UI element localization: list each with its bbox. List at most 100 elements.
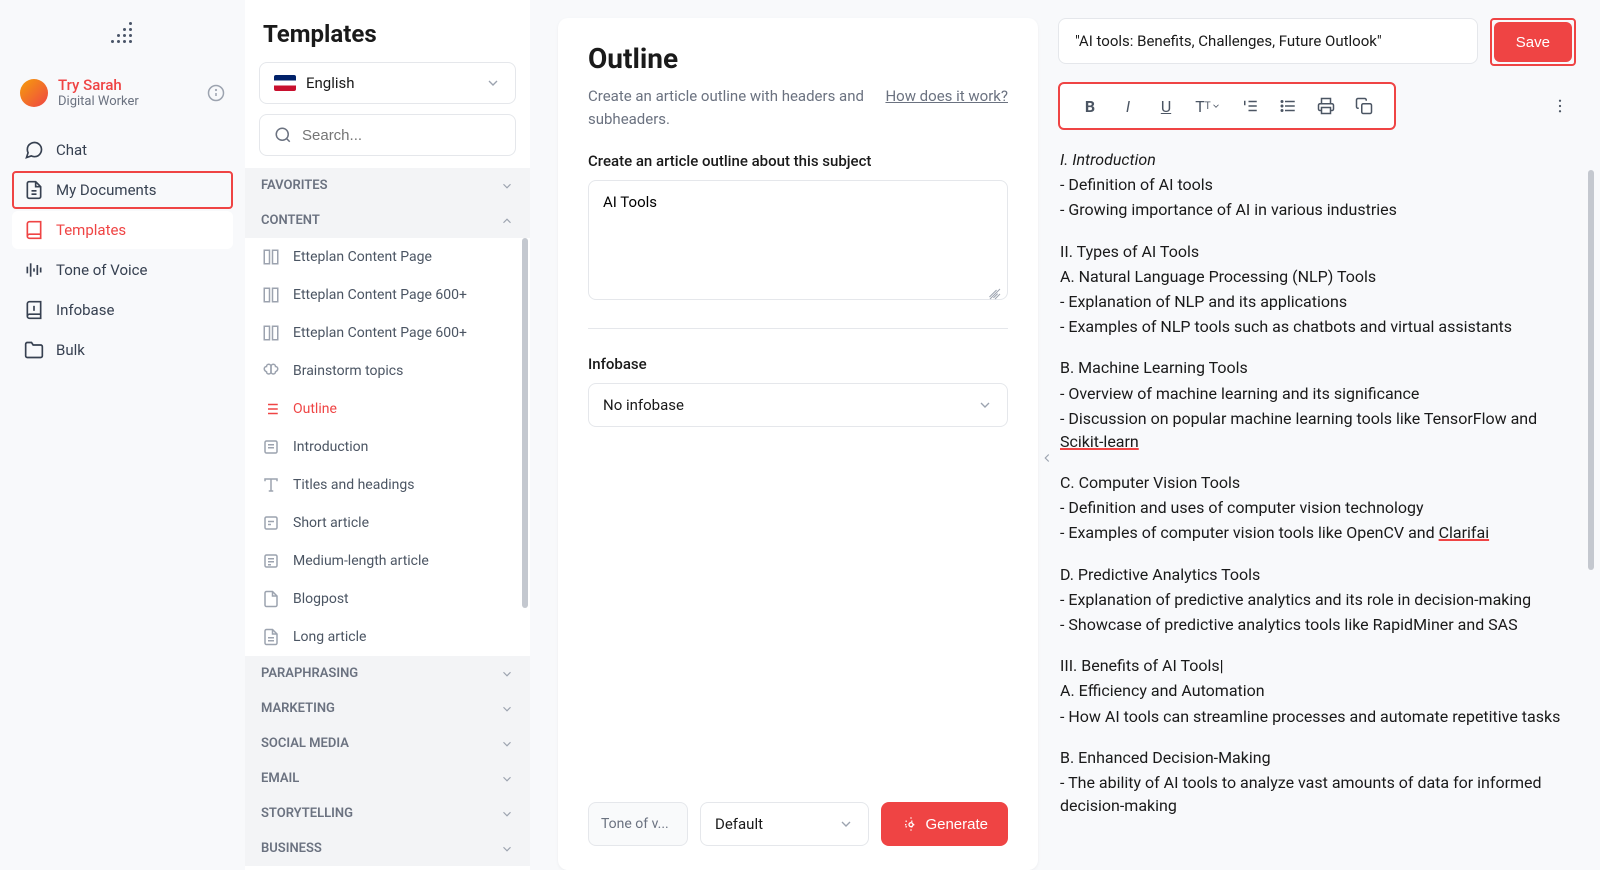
- subject-input[interactable]: [588, 180, 1008, 300]
- template-search[interactable]: [259, 114, 516, 156]
- chevron-up-icon: [500, 214, 514, 228]
- template-brainstorm[interactable]: Brainstorm topics: [245, 352, 530, 390]
- templates-heading: Templates: [245, 0, 530, 62]
- resize-handle[interactable]: [988, 284, 998, 294]
- left-sidebar: Try Sarah Digital Worker Chat My Documen…: [0, 0, 245, 870]
- template-form-panel: Outline Create an article outline with h…: [558, 18, 1038, 870]
- scrollbar[interactable]: [1588, 170, 1594, 570]
- nav-chat-label: Chat: [56, 141, 87, 159]
- infobase-select[interactable]: No infobase: [588, 383, 1008, 427]
- info-icon[interactable]: [207, 84, 225, 102]
- search-input[interactable]: [302, 127, 501, 144]
- user-role: Digital Worker: [58, 94, 197, 109]
- nav-tone-of-voice[interactable]: Tone of Voice: [12, 251, 233, 289]
- template-medium-article[interactable]: Medium-length article: [245, 542, 530, 580]
- brain-icon: [261, 361, 281, 381]
- file-icon: [261, 627, 281, 647]
- save-button[interactable]: Save: [1494, 22, 1572, 62]
- form-description: Create an article outline with headers a…: [588, 85, 865, 130]
- nav-tone-label: Tone of Voice: [56, 261, 147, 279]
- underline-button[interactable]: U: [1150, 90, 1182, 122]
- chevron-down-icon: [500, 667, 514, 681]
- how-does-it-work-link[interactable]: How does it work?: [885, 85, 1008, 130]
- bold-button[interactable]: B: [1074, 90, 1106, 122]
- template-etteplan-3[interactable]: Etteplan Content Page 600+: [245, 314, 530, 352]
- chevron-down-icon: [500, 807, 514, 821]
- section-paraphrasing[interactable]: PARAPHRASING: [245, 656, 530, 691]
- template-introduction[interactable]: Introduction: [245, 428, 530, 466]
- user-profile[interactable]: Try Sarah Digital Worker: [12, 70, 233, 115]
- chat-icon: [24, 140, 44, 160]
- nav-templates[interactable]: Templates: [12, 211, 233, 249]
- save-button-highlight: Save: [1490, 18, 1576, 66]
- type-icon: [261, 475, 281, 495]
- language-select[interactable]: English: [259, 62, 516, 104]
- ordered-list-button[interactable]: [1234, 90, 1266, 122]
- outline-icon: [261, 399, 281, 419]
- chevron-down-icon: [500, 737, 514, 751]
- copy-button[interactable]: [1348, 90, 1380, 122]
- template-outline[interactable]: Outline: [245, 390, 530, 428]
- editor-panel: "AI tools: Benefits, Challenges, Future …: [1038, 0, 1600, 870]
- template-etteplan-1[interactable]: Etteplan Content Page: [245, 238, 530, 276]
- nav-docs-label: My Documents: [56, 181, 156, 199]
- avatar: [20, 79, 48, 107]
- section-marketing[interactable]: MARKETING: [245, 691, 530, 726]
- search-icon: [274, 126, 292, 144]
- template-short-article[interactable]: Short article: [245, 504, 530, 542]
- scrollbar[interactable]: [522, 238, 528, 608]
- template-etteplan-2[interactable]: Etteplan Content Page 600+: [245, 276, 530, 314]
- template-blogpost[interactable]: Blogpost: [245, 580, 530, 618]
- unordered-list-button[interactable]: [1272, 90, 1304, 122]
- subject-label: Create an article outline about this sub…: [588, 152, 1008, 170]
- nav-templates-label: Templates: [56, 221, 126, 239]
- chevron-down-icon: [485, 75, 501, 91]
- form-title: Outline: [588, 42, 1008, 75]
- chevron-down-icon: [500, 772, 514, 786]
- divider: [588, 328, 1008, 329]
- language-label: English: [306, 74, 475, 92]
- print-button[interactable]: [1310, 90, 1342, 122]
- app-logo: [12, 18, 233, 46]
- section-business[interactable]: BUSINESS: [245, 831, 530, 866]
- editor-toolbar: B I U TT: [1058, 82, 1396, 130]
- nav-infobase-label: Infobase: [56, 301, 114, 319]
- nav-infobase[interactable]: Infobase: [12, 291, 233, 329]
- file-icon: [261, 551, 281, 571]
- magic-icon: [901, 816, 917, 832]
- chevron-down-icon: [977, 397, 993, 413]
- page-icon: [261, 247, 281, 267]
- flag-icon: [274, 75, 296, 91]
- section-social-media[interactable]: SOCIAL MEDIA: [245, 726, 530, 761]
- bulk-icon: [24, 340, 44, 360]
- editor-content[interactable]: I. Introduction - Definition of AI tools…: [1058, 146, 1576, 852]
- nav-chat[interactable]: Chat: [12, 131, 233, 169]
- nav-bulk[interactable]: Bulk: [12, 331, 233, 369]
- text-format-button[interactable]: TT: [1188, 90, 1228, 122]
- section-email[interactable]: EMAIL: [245, 761, 530, 796]
- nav-my-documents[interactable]: My Documents: [12, 171, 233, 209]
- templates-panel: Templates English FAVORITES CONTENT Ette…: [245, 0, 530, 870]
- section-favorites[interactable]: FAVORITES: [245, 168, 530, 203]
- nav-bulk-label: Bulk: [56, 341, 85, 359]
- text-icon: [261, 437, 281, 457]
- page-icon: [261, 323, 281, 343]
- section-content[interactable]: CONTENT: [245, 203, 530, 238]
- template-titles[interactable]: Titles and headings: [245, 466, 530, 504]
- default-select[interactable]: Default: [700, 802, 869, 846]
- infobase-icon: [24, 300, 44, 320]
- section-storytelling[interactable]: STORYTELLING: [245, 796, 530, 831]
- tone-icon: [24, 260, 44, 280]
- user-name: Try Sarah: [58, 76, 197, 94]
- template-long-article[interactable]: Long article: [245, 618, 530, 656]
- chevron-down-icon: [500, 702, 514, 716]
- chevron-down-icon: [500, 179, 514, 193]
- italic-button[interactable]: I: [1112, 90, 1144, 122]
- document-title-input[interactable]: "AI tools: Benefits, Challenges, Future …: [1058, 18, 1478, 64]
- file-icon: [261, 513, 281, 533]
- tone-of-voice-select[interactable]: Tone of v...: [588, 802, 688, 846]
- generate-button[interactable]: Generate: [881, 802, 1008, 846]
- chevron-down-icon: [838, 816, 854, 832]
- more-options-button[interactable]: [1544, 90, 1576, 122]
- document-icon: [24, 180, 44, 200]
